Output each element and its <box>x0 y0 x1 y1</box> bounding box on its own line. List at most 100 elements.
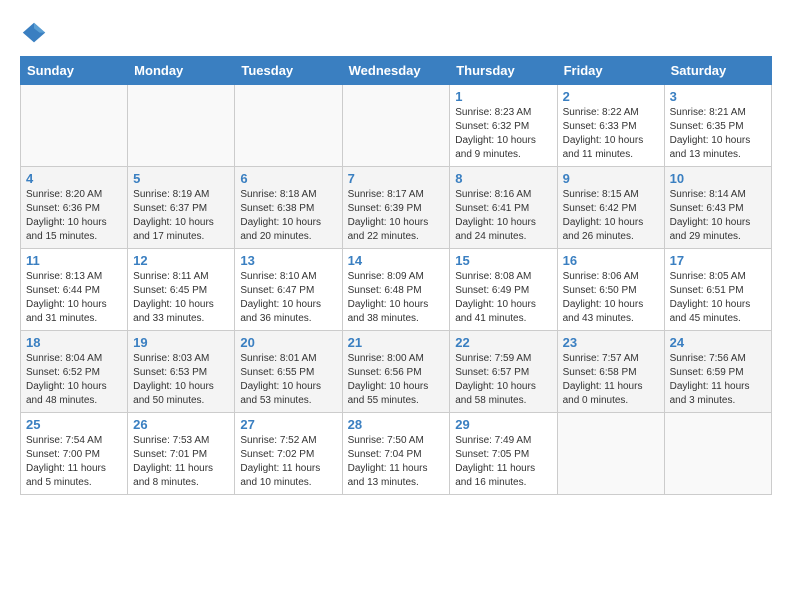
day-info: Sunrise: 8:01 AM Sunset: 6:55 PM Dayligh… <box>240 352 336 408</box>
day-info: Sunrise: 8:13 AM Sunset: 6:44 PM Dayligh… <box>26 270 122 326</box>
calendar-cell: 7Sunrise: 8:17 AM Sunset: 6:39 PM Daylig… <box>342 167 450 249</box>
calendar-cell: 14 Sunrise: 8:09 AM Sunset: 6:48 PM Dayli… <box>342 249 450 331</box>
calendar-cell <box>21 85 128 167</box>
calendar-cell: 26 Sunrise: 7:53 AM Sunset: 7:01 PM Dayli… <box>128 413 235 495</box>
day-info: Sunrise: 8:19 AM Sunset: 6:37 PM Dayligh… <box>133 188 229 244</box>
day-number: 11 <box>26 253 122 268</box>
calendar-cell <box>128 85 235 167</box>
calendar-cell: 1 Sunrise: 8:23 AM Sunset: 6:32 PM Daylig… <box>450 85 557 167</box>
day-info: Sunrise: 8:18 AM Sunset: 6:38 PM Dayligh… <box>240 188 336 244</box>
day-info: Sunrise: 8:15 AM Sunset: 6:42 PM Dayligh… <box>563 188 659 244</box>
day-info: Sunrise: 7:56 AM Sunset: 6:59 PM Dayligh… <box>670 352 766 408</box>
day-number: 3 <box>670 89 766 104</box>
day-info: Sunrise: 8:04 AM Sunset: 6:52 PM Dayligh… <box>26 352 122 408</box>
day-info: Sunrise: 8:10 AM Sunset: 6:47 PM Dayligh… <box>240 270 336 326</box>
day-info: Sunrise: 7:52 AM Sunset: 7:02 PM Dayligh… <box>240 434 336 490</box>
calendar-header-monday: Monday <box>128 57 235 85</box>
calendar-header-sunday: Sunday <box>21 57 128 85</box>
day-info: Sunrise: 8:16 AM Sunset: 6:41 PM Dayligh… <box>455 188 551 244</box>
logo <box>20 20 52 48</box>
calendar-cell: 25Sunrise: 7:54 AM Sunset: 7:00 PM Dayli… <box>21 413 128 495</box>
calendar-cell: 10Sunrise: 8:14 AM Sunset: 6:43 PM Dayli… <box>664 167 771 249</box>
calendar-cell: 8 Sunrise: 8:16 AM Sunset: 6:41 PM Daylig… <box>450 167 557 249</box>
day-number: 21 <box>348 335 445 350</box>
calendar-header-friday: Friday <box>557 57 664 85</box>
calendar-cell: 20 Sunrise: 8:01 AM Sunset: 6:55 PM Dayli… <box>235 331 342 413</box>
calendar-cell: 6 Sunrise: 8:18 AM Sunset: 6:38 PM Daylig… <box>235 167 342 249</box>
calendar-table: SundayMondayTuesdayWednesdayThursdayFrid… <box>20 56 772 495</box>
calendar-cell: 19 Sunrise: 8:03 AM Sunset: 6:53 PM Dayli… <box>128 331 235 413</box>
day-info: Sunrise: 8:00 AM Sunset: 6:56 PM Dayligh… <box>348 352 445 408</box>
calendar-week-row: 18 Sunrise: 8:04 AM Sunset: 6:52 PM Dayli… <box>21 331 772 413</box>
calendar-cell: 15Sunrise: 8:08 AM Sunset: 6:49 PM Dayli… <box>450 249 557 331</box>
day-number: 27 <box>240 417 336 432</box>
calendar-cell <box>235 85 342 167</box>
day-info: Sunrise: 7:57 AM Sunset: 6:58 PM Dayligh… <box>563 352 659 408</box>
day-number: 29 <box>455 417 551 432</box>
day-number: 14 <box>348 253 445 268</box>
day-number: 1 <box>455 89 551 104</box>
day-number: 19 <box>133 335 229 350</box>
day-number: 12 <box>133 253 229 268</box>
calendar-cell: 28 Sunrise: 7:50 AM Sunset: 7:04 PM Dayli… <box>342 413 450 495</box>
day-info: Sunrise: 8:05 AM Sunset: 6:51 PM Dayligh… <box>670 270 766 326</box>
day-info: Sunrise: 8:11 AM Sunset: 6:45 PM Dayligh… <box>133 270 229 326</box>
calendar-cell: 16 Sunrise: 8:06 AM Sunset: 6:50 PM Dayli… <box>557 249 664 331</box>
calendar-cell: 2 Sunrise: 8:22 AM Sunset: 6:33 PM Daylig… <box>557 85 664 167</box>
calendar-header-row: SundayMondayTuesdayWednesdayThursdayFrid… <box>21 57 772 85</box>
calendar-cell: 29 Sunrise: 7:49 AM Sunset: 7:05 PM Dayli… <box>450 413 557 495</box>
calendar-cell: 27 Sunrise: 7:52 AM Sunset: 7:02 PM Dayli… <box>235 413 342 495</box>
calendar-cell: 5 Sunrise: 8:19 AM Sunset: 6:37 PM Daylig… <box>128 167 235 249</box>
day-info: Sunrise: 8:09 AM Sunset: 6:48 PM Dayligh… <box>348 270 445 326</box>
calendar-cell <box>664 413 771 495</box>
day-number: 22 <box>455 335 551 350</box>
page-header <box>20 20 772 48</box>
calendar-cell: 4 Sunrise: 8:20 AM Sunset: 6:36 PM Daylig… <box>21 167 128 249</box>
calendar-header-saturday: Saturday <box>664 57 771 85</box>
day-info: Sunrise: 8:06 AM Sunset: 6:50 PM Dayligh… <box>563 270 659 326</box>
day-info: Sunrise: 8:23 AM Sunset: 6:32 PM Dayligh… <box>455 106 551 162</box>
calendar-cell: 3 Sunrise: 8:21 AM Sunset: 6:35 PM Daylig… <box>664 85 771 167</box>
calendar-cell: 22 Sunrise: 7:59 AM Sunset: 6:57 PM Dayli… <box>450 331 557 413</box>
day-number: 8 <box>455 171 551 186</box>
calendar-week-row: 4 Sunrise: 8:20 AM Sunset: 6:36 PM Daylig… <box>21 167 772 249</box>
day-info: Sunrise: 7:53 AM Sunset: 7:01 PM Dayligh… <box>133 434 229 490</box>
calendar-cell <box>342 85 450 167</box>
day-info: Sunrise: 8:21 AM Sunset: 6:35 PM Dayligh… <box>670 106 766 162</box>
day-info: Sunrise: 8:20 AM Sunset: 6:36 PM Dayligh… <box>26 188 122 244</box>
day-info: Sunrise: 7:49 AM Sunset: 7:05 PM Dayligh… <box>455 434 551 490</box>
logo-icon <box>20 20 48 48</box>
calendar-cell: 17 Sunrise: 8:05 AM Sunset: 6:51 PM Dayli… <box>664 249 771 331</box>
day-info: Sunrise: 8:22 AM Sunset: 6:33 PM Dayligh… <box>563 106 659 162</box>
day-info: Sunrise: 7:50 AM Sunset: 7:04 PM Dayligh… <box>348 434 445 490</box>
calendar-week-row: 11 Sunrise: 8:13 AM Sunset: 6:44 PM Dayli… <box>21 249 772 331</box>
day-number: 26 <box>133 417 229 432</box>
day-number: 20 <box>240 335 336 350</box>
calendar-cell: 13 Sunrise: 8:10 AM Sunset: 6:47 PM Dayli… <box>235 249 342 331</box>
calendar-header-wednesday: Wednesday <box>342 57 450 85</box>
calendar-cell: 23 Sunrise: 7:57 AM Sunset: 6:58 PM Dayli… <box>557 331 664 413</box>
day-number: 15 <box>455 253 551 268</box>
day-number: 23 <box>563 335 659 350</box>
day-number: 6 <box>240 171 336 186</box>
calendar-header-tuesday: Tuesday <box>235 57 342 85</box>
calendar-cell: 24 Sunrise: 7:56 AM Sunset: 6:59 PM Dayli… <box>664 331 771 413</box>
calendar-week-row: 1 Sunrise: 8:23 AM Sunset: 6:32 PM Daylig… <box>21 85 772 167</box>
calendar-cell: 11 Sunrise: 8:13 AM Sunset: 6:44 PM Dayli… <box>21 249 128 331</box>
day-number: 2 <box>563 89 659 104</box>
calendar-cell: 21 Sunrise: 8:00 AM Sunset: 6:56 PM Dayli… <box>342 331 450 413</box>
day-number: 16 <box>563 253 659 268</box>
day-number: 24 <box>670 335 766 350</box>
day-number: 9 <box>563 171 659 186</box>
day-info: Sunrise: 8:14 AM Sunset: 6:43 PM Dayligh… <box>670 188 766 244</box>
day-number: 5 <box>133 171 229 186</box>
day-number: 17 <box>670 253 766 268</box>
day-number: 4 <box>26 171 122 186</box>
day-info: Sunrise: 8:03 AM Sunset: 6:53 PM Dayligh… <box>133 352 229 408</box>
day-number: 28 <box>348 417 445 432</box>
day-number: 13 <box>240 253 336 268</box>
day-info: Sunrise: 7:59 AM Sunset: 6:57 PM Dayligh… <box>455 352 551 408</box>
calendar-cell <box>557 413 664 495</box>
calendar-cell: 18 Sunrise: 8:04 AM Sunset: 6:52 PM Dayli… <box>21 331 128 413</box>
day-number: 18 <box>26 335 122 350</box>
